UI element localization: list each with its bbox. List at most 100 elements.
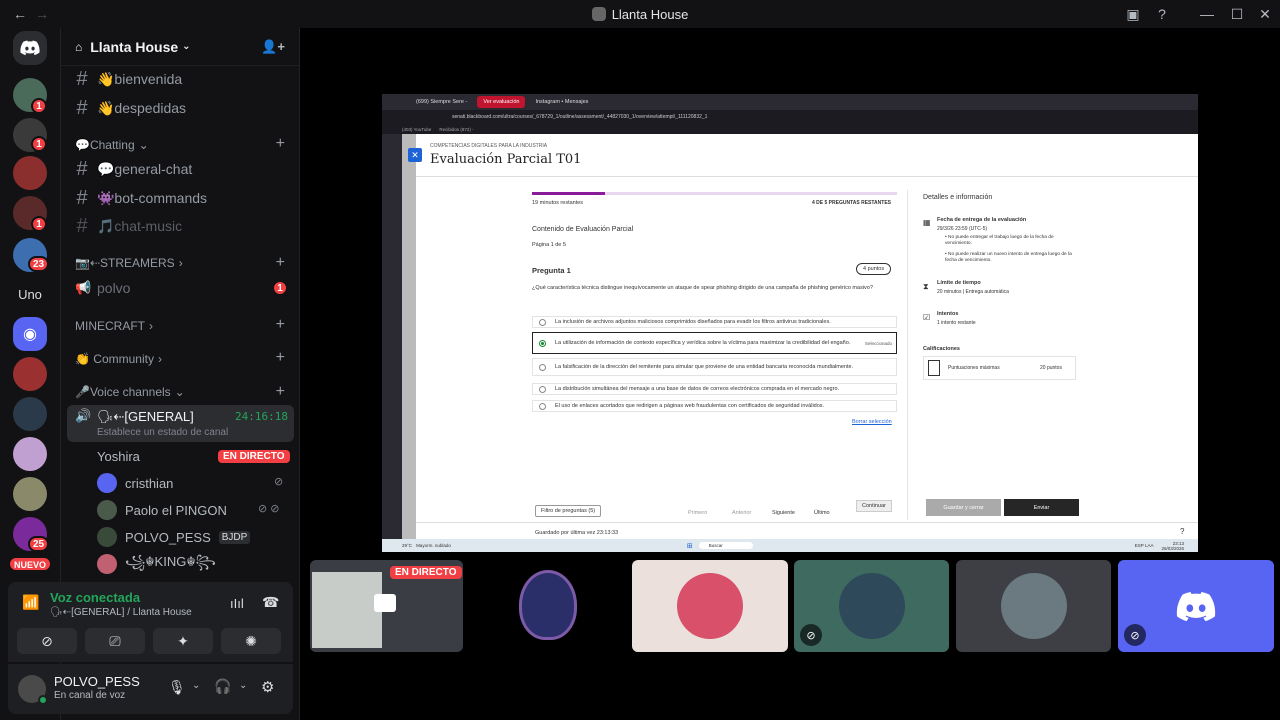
activities-button[interactable]: ✦ [153,628,213,654]
unread-badge: 1 [31,216,47,232]
continue-button[interactable]: Continuar [856,500,892,512]
discord-bot-server-icon[interactable]: ◉ [13,317,47,351]
category-chatting[interactable]: 💬Chatting ⌄ [75,138,149,152]
disconnect-icon[interactable]: ☎ [262,594,279,611]
server-icon-9[interactable] [13,477,47,511]
mention-badge: 1 [272,280,288,296]
category-minecraft[interactable]: MINECRAFT › [75,319,153,333]
server-icon-8[interactable] [13,437,47,471]
window-title-text: Llanta House [611,6,689,22]
browser-url-bar[interactable]: senati.blackboard.com/ultra/courses/_678… [382,110,1198,124]
voice-user[interactable]: Yoshira [97,445,140,467]
channel-chat-music[interactable]: # 🎵chat-music [75,213,182,239]
server-icon [591,7,606,21]
windows-start-icon[interactable]: ⊞ [687,542,693,550]
participant-tile[interactable]: ⊘ [1118,560,1274,652]
home-discord-icon[interactable] [13,31,47,65]
nav-last[interactable]: Último [814,510,830,516]
channel-bienvenida[interactable]: # 👋bienvenida [75,66,182,92]
stream-preview-tile[interactable]: EN DIRECTO [310,560,463,652]
voice-user[interactable]: cristhian [97,472,173,494]
add-channel-icon[interactable]: + [276,135,285,153]
answer-option-selected[interactable]: La utilización de información de context… [532,332,897,354]
settings-gear-icon[interactable]: ⚙ [261,678,274,696]
taskbar-clock: 23:13 26/03/2026 [1161,541,1184,551]
clear-selection-link[interactable]: Borrar selección [852,419,892,425]
save-and-close-button[interactable]: Guardar y cerrar [926,499,1001,516]
add-friend-icon[interactable]: 👤+ [261,39,285,55]
chevron-down-icon[interactable]: ⌄ [239,680,247,691]
voice-timer: 24:16:18 [235,410,288,423]
microphone-icon[interactable]: 🎙 [168,679,186,696]
minimize-icon[interactable]: — [1198,0,1216,28]
nav-first[interactable]: Primero [688,510,707,516]
server-text-uno[interactable]: Uno [13,277,47,311]
participant-tile[interactable]: ⊘ [794,560,949,652]
bookmark[interactable]: (403) YouTube [402,127,431,132]
voice-channel-general[interactable]: 🔊 🗣⇠[GENERAL] 24:16:18 Establece un esta… [67,405,294,442]
headphones-icon[interactable]: 🎧 [214,678,231,695]
signal-icon[interactable]: 📶 [22,594,39,611]
channel-general-chat[interactable]: # 💬general-chat [75,156,192,182]
close-icon[interactable]: ✕ [1256,0,1274,28]
add-channel-icon[interactable]: + [276,383,285,401]
maximize-icon[interactable]: ☐ [1228,0,1246,28]
answer-option[interactable]: La inclusión de archivos adjuntos malici… [532,316,897,328]
due-title: Fecha de entrega de la evaluación [937,217,1027,223]
nav-previous[interactable]: Anterior [732,510,751,516]
voice-user[interactable]: POLVO_PESS BJDP [97,526,251,548]
close-panel-icon[interactable]: ✕ [408,148,422,162]
participant-tile[interactable] [471,560,624,652]
browser-tab-active[interactable]: Ver evaluación [477,96,526,108]
user-info[interactable]: POLVO_PESS En canal de voz [54,675,140,703]
set-channel-status[interactable]: Establece un estado de canal [97,427,228,438]
channel-polvo[interactable]: 📢 polvo [75,275,130,301]
camera-off-button[interactable]: ⊘ [17,628,77,654]
voice-status: Voz conectada [50,590,141,605]
muted-deafened-icon: ⊘ ⊘ [258,503,280,515]
shared-screen-stream[interactable]: (699) Siempre Sere - Ver evaluación Inst… [382,94,1198,552]
nav-next[interactable]: Siguiente [772,510,795,516]
submit-button[interactable]: Enviar [1004,499,1079,516]
user-avatar[interactable] [18,675,48,705]
server-icon-3[interactable] [13,156,47,190]
server-icon-7[interactable] [13,397,47,431]
taskbar-search[interactable]: Buscar [698,542,753,549]
add-channel-icon[interactable]: + [276,349,285,367]
add-channel-icon[interactable]: + [276,316,285,334]
add-channel-icon[interactable]: + [276,254,285,272]
server-icon-6[interactable] [13,357,47,391]
answer-option[interactable]: La distribución simultánea del mensaje a… [532,383,897,395]
question-filter-select[interactable]: Filtro de preguntas (5) [535,505,602,517]
inbox-icon[interactable]: ▣ [1124,0,1142,28]
help-icon[interactable]: ? [1153,0,1171,28]
help-icon[interactable]: ? [1180,527,1184,536]
participant-tile[interactable] [632,560,788,652]
soundboard-icon[interactable]: ıIıl [230,596,244,611]
channel-despedidas[interactable]: # 👋despedidas [75,95,186,121]
share-screen-button[interactable]: ⎚ [85,628,145,654]
online-status-icon [38,695,48,705]
server-header[interactable]: ⌂ Llanta House ⌄ 👤+ [61,28,299,66]
chevron-down-icon[interactable]: ⌄ [192,680,200,691]
option-text: La distribución simultánea del mensaje a… [555,386,840,392]
participant-avatar [1001,573,1067,639]
category-streamers[interactable]: 📷⇠STREAMERS › [75,256,183,270]
voice-user[interactable]: Paolo el PINGON [97,499,227,521]
new-badge[interactable]: NUEVO [8,556,53,572]
browser-tab[interactable]: Instagram • Mensajes [529,96,594,108]
category-community[interactable]: 👏 Community › [75,352,162,366]
voice-channel-name: 🗣⇠[GENERAL] [97,409,194,424]
answer-option[interactable]: La falsificación de la dirección del rem… [532,358,897,376]
participant-avatar [839,573,905,639]
channel-bot-commands[interactable]: # 👾bot-commands [75,185,207,211]
bookmark[interactable]: Recibidos (872) - [439,127,473,132]
soundboard-button[interactable]: ✺ [221,628,281,654]
answer-option[interactable]: El uso de enlaces acortados que redirige… [532,400,897,412]
category-voice-channels[interactable]: 🎤Voice channels ⌄ [75,385,185,399]
title-bar: ← → Llanta House ▣ ? — ☐ ✕ [0,0,1280,28]
voice-channel-path[interactable]: 🗣⇠[GENERAL] / Llanta House [50,607,192,618]
browser-tab[interactable]: (699) Siempre Sere - [410,96,473,108]
voice-user[interactable]: ꧁☬KING☬꧂ [97,553,216,575]
participant-tile[interactable] [956,560,1111,652]
